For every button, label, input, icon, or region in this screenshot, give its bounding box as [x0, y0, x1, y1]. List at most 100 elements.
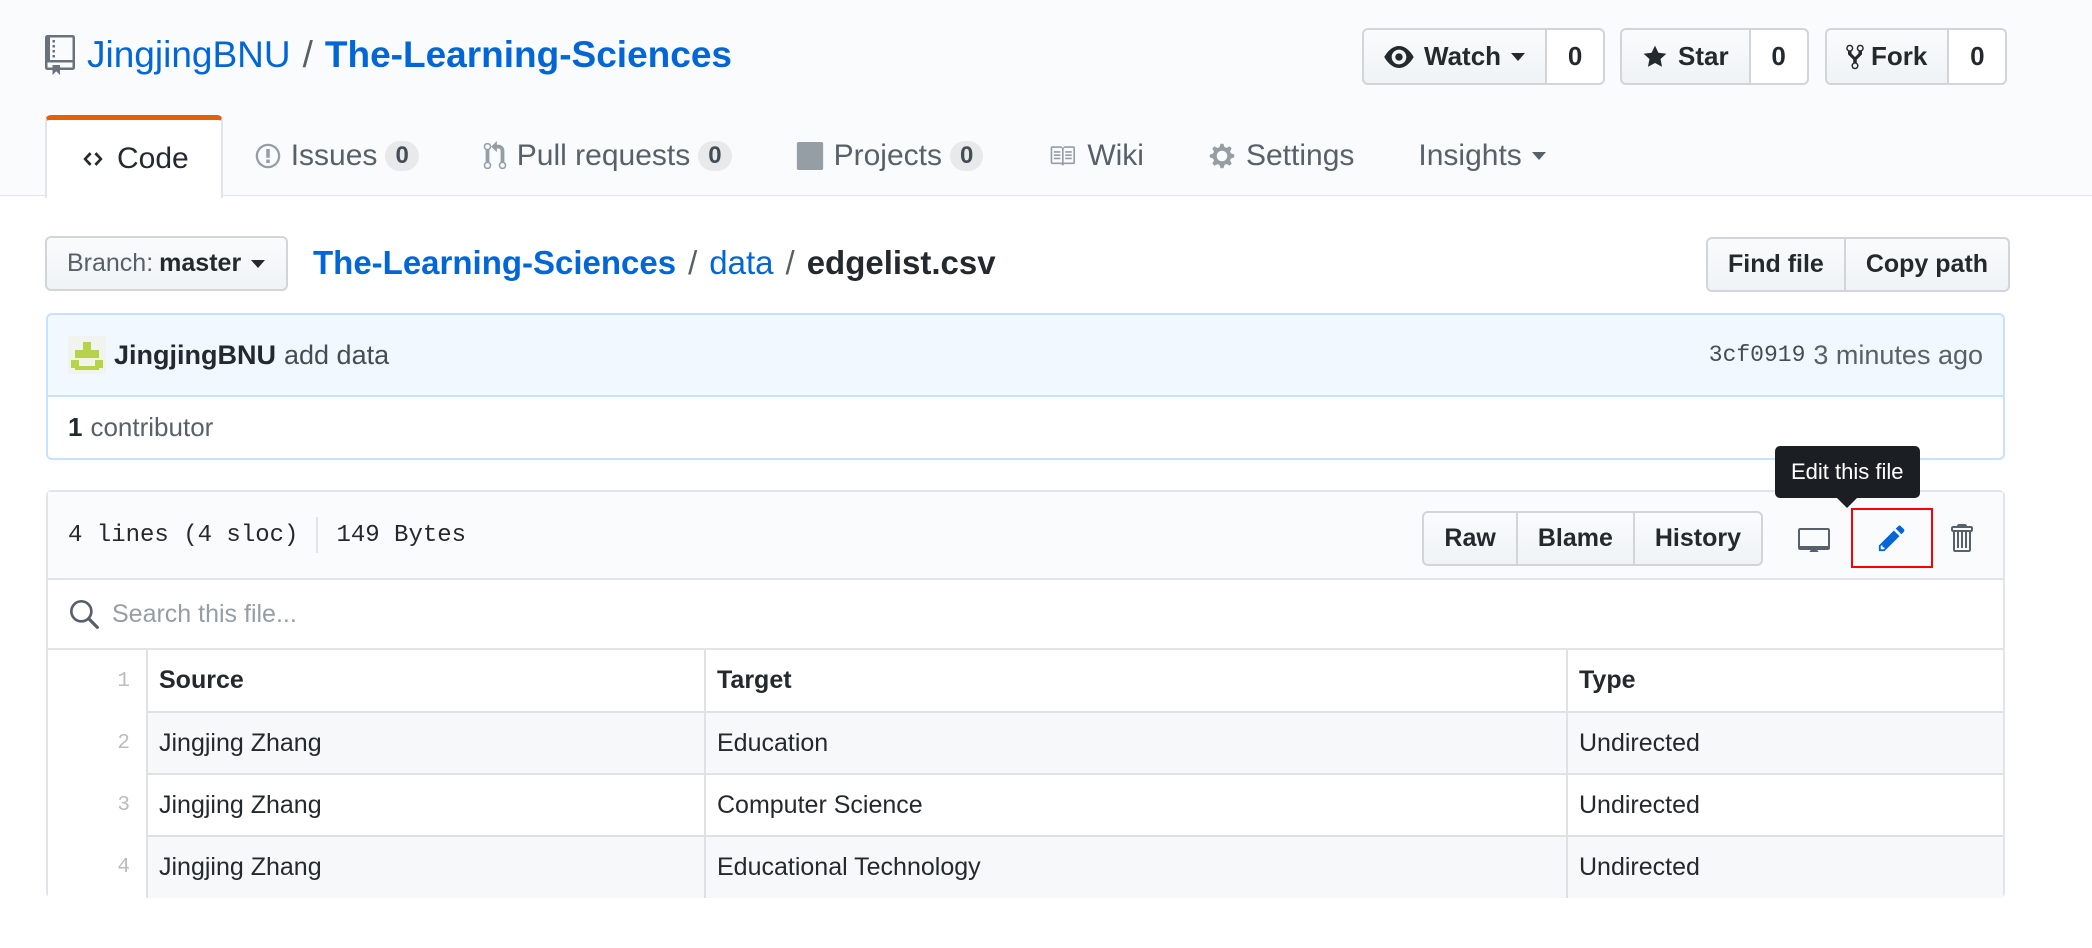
- file-size-info: 149 Bytes: [336, 521, 467, 549]
- breadcrumb-separator: /: [688, 244, 698, 281]
- star-button[interactable]: Star: [1620, 28, 1751, 85]
- breadcrumb-folder-link[interactable]: data: [709, 244, 773, 282]
- issues-counter: 0: [385, 141, 419, 171]
- contributors-count: 1: [68, 412, 83, 442]
- fork-label: Fork: [1871, 41, 1928, 71]
- fork-button[interactable]: Fork: [1825, 28, 1950, 85]
- desktop-icon[interactable]: [1783, 509, 1845, 567]
- pull-requests-counter: 0: [698, 141, 732, 171]
- contributors-bar: 1 contributor: [46, 397, 2005, 460]
- repo-header: JingjingBNU / The-Learning-Sciences Watc…: [0, 0, 2092, 198]
- watch-button[interactable]: Watch: [1362, 28, 1548, 85]
- edit-tooltip: Edit this file: [1775, 446, 1920, 508]
- eye-icon: [1384, 45, 1414, 68]
- file-header: 4 lines (4 sloc) 149 Bytes Raw Blame His…: [48, 492, 2003, 580]
- pencil-icon[interactable]: [1851, 508, 1933, 568]
- breadcrumb-separator: /: [785, 244, 795, 281]
- branch-value: master: [159, 249, 242, 277]
- file-actions: Raw Blame History: [1422, 508, 1983, 568]
- raw-button[interactable]: Raw: [1422, 510, 1518, 566]
- line-number[interactable]: 2: [48, 712, 148, 774]
- commit-sha-link[interactable]: 3cf0919: [1709, 342, 1806, 368]
- table-header-row: 1 Source Target Type: [48, 650, 2003, 713]
- copy-path-button[interactable]: Copy path: [1845, 237, 2011, 292]
- line-number[interactable]: 1: [48, 650, 148, 712]
- book-icon: [1050, 146, 1076, 166]
- file-navigation: Find file Copy path: [1706, 237, 2011, 292]
- table-cell: Undirected: [1566, 835, 2003, 898]
- issue-icon: [255, 143, 280, 169]
- tab-wiki[interactable]: Wiki: [1015, 115, 1176, 197]
- commit-meta: 3cf0919 3 minutes ago: [1709, 340, 1983, 371]
- tab-insights-label: Insights: [1418, 139, 1522, 172]
- fork-group: Fork 0: [1825, 28, 2008, 85]
- repo-icon: [45, 35, 75, 75]
- find-file-button[interactable]: Find file: [1706, 237, 1846, 292]
- gear-icon: [1209, 143, 1235, 169]
- watch-count[interactable]: 0: [1547, 28, 1606, 85]
- watch-label: Watch: [1424, 41, 1502, 71]
- tab-settings-label: Settings: [1245, 139, 1355, 172]
- breadcrumb: The-Learning-Sciences / data / edgelist.…: [313, 240, 996, 286]
- breadcrumb-file-name: edgelist.csv: [806, 244, 996, 281]
- table-row: 2 Jingjing Zhang Education Undirected: [48, 711, 2003, 775]
- table-cell: Undirected: [1566, 711, 2003, 775]
- tab-settings[interactable]: Settings: [1176, 115, 1386, 197]
- fork-count[interactable]: 0: [1949, 28, 2008, 85]
- tab-projects[interactable]: Projects 0: [764, 115, 1016, 197]
- chevron-down-icon: [1511, 52, 1526, 61]
- file-viewer: 4 lines (4 sloc) 149 Bytes Raw Blame His…: [46, 490, 2005, 898]
- search-icon: [70, 600, 99, 629]
- file-search-bar: [48, 580, 2003, 650]
- tab-wiki-label: Wiki: [1087, 139, 1144, 172]
- code-icon: [83, 152, 103, 166]
- column-header-source: Source: [146, 650, 706, 713]
- search-input[interactable]: [110, 598, 710, 630]
- tab-code-label: Code: [117, 142, 189, 175]
- star-group: Star 0: [1620, 28, 1809, 85]
- tab-pull-requests-label: Pull requests: [516, 139, 691, 172]
- tab-issues[interactable]: Issues 0: [223, 115, 451, 197]
- table-row: 3 Jingjing Zhang Computer Science Undire…: [48, 773, 2003, 837]
- blame-button[interactable]: Blame: [1515, 510, 1635, 566]
- table-cell: Undirected: [1566, 773, 2003, 837]
- repo-nav-tabs: Code Issues 0 Pull requests 0 Projects 0…: [45, 115, 1578, 198]
- table-cell: Jingjing Zhang: [146, 835, 706, 898]
- table-cell: Jingjing Zhang: [146, 711, 706, 775]
- commit-tease: JingjingBNU add data 3cf0919 3 minutes a…: [46, 313, 2005, 397]
- column-header-target: Target: [704, 650, 1568, 713]
- trash-icon[interactable]: [1939, 509, 1983, 567]
- table-cell: Computer Science: [704, 773, 1568, 837]
- table-cell: Educational Technology: [704, 835, 1568, 898]
- tab-pull-requests[interactable]: Pull requests 0: [451, 115, 764, 197]
- line-number[interactable]: 4: [48, 836, 148, 898]
- repo-owner-link[interactable]: JingjingBNU: [87, 34, 291, 76]
- commit-message-link[interactable]: add data: [284, 340, 389, 371]
- table-row: 4 Jingjing Zhang Educational Technology …: [48, 835, 2003, 898]
- tab-code[interactable]: Code: [45, 115, 223, 198]
- fork-icon: [1846, 44, 1864, 69]
- repo-name-link[interactable]: The-Learning-Sciences: [325, 34, 732, 76]
- projects-counter: 0: [949, 141, 984, 171]
- contributors-label: contributor: [90, 412, 214, 442]
- star-label: Star: [1678, 41, 1729, 71]
- line-number[interactable]: 3: [48, 774, 148, 836]
- tab-projects-label: Projects: [833, 139, 942, 172]
- file-lines-info: 4 lines (4 sloc): [68, 521, 299, 549]
- column-header-type: Type: [1566, 650, 2003, 713]
- watch-group: Watch 0: [1362, 28, 1606, 85]
- star-icon: [1643, 45, 1667, 67]
- project-icon: [796, 142, 823, 170]
- star-count[interactable]: 0: [1750, 28, 1809, 85]
- file-info-divider: [316, 517, 319, 553]
- history-button[interactable]: History: [1632, 510, 1763, 566]
- branch-select-button[interactable]: Branch: master: [45, 236, 288, 291]
- tab-insights[interactable]: Insights: [1386, 115, 1577, 197]
- title-separator: /: [302, 34, 313, 75]
- breadcrumb-repo-link[interactable]: The-Learning-Sciences: [313, 244, 676, 282]
- file-view-buttons: Raw Blame History: [1422, 510, 1763, 566]
- table-cell: Jingjing Zhang: [146, 773, 706, 837]
- commit-info: JingjingBNU add data 3cf0919 3 minutes a…: [46, 313, 2005, 460]
- avatar[interactable]: [68, 336, 106, 374]
- commit-author-link[interactable]: JingjingBNU: [114, 340, 276, 371]
